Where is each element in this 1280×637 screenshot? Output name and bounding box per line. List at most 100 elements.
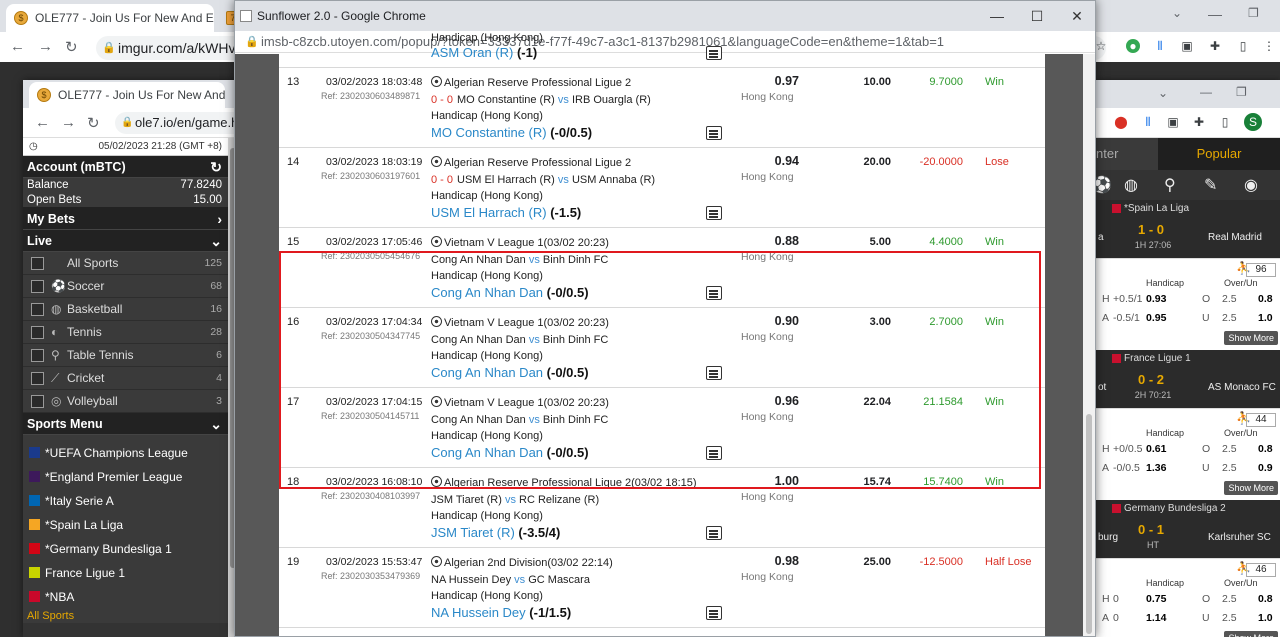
side-label: H	[1102, 293, 1110, 305]
sports-menu-header[interactable]: Sports Menu ⌄	[23, 413, 238, 435]
tab-popular[interactable]: Popular	[1158, 138, 1280, 170]
badminton-icon[interactable]: ✎	[1204, 175, 1217, 195]
checkbox[interactable]	[31, 395, 44, 408]
tab-search-icon[interactable]: ⌄	[1158, 86, 1168, 100]
basketball-icon[interactable]: ◍	[1124, 175, 1138, 195]
bet-slip-doc-icon[interactable]	[706, 286, 722, 300]
match-card[interactable]: burg 0 - 1 HT Karlsruher SC	[1096, 518, 1280, 558]
sport-name: Soccer	[67, 279, 105, 293]
show-more-button[interactable]: Show More	[1224, 631, 1278, 637]
bet-slip-doc-icon[interactable]	[706, 446, 722, 460]
bet-slip-doc-icon[interactable]	[706, 366, 722, 380]
sidepanel-icon[interactable]: ▯	[1218, 115, 1232, 129]
forward-arrow-icon[interactable]: →	[61, 114, 76, 131]
league-item[interactable]: *NBA	[23, 585, 238, 609]
league-item[interactable]: *Germany Bundesliga 1	[23, 537, 238, 561]
sport-item[interactable]: ⚲ Table Tennis 6	[23, 344, 238, 367]
extension-window-icon[interactable]: ▣	[1166, 115, 1180, 129]
extensions-puzzle-icon[interactable]: ✚	[1192, 115, 1206, 129]
bet-slip-doc-icon[interactable]	[706, 46, 722, 60]
profile-avatar-icon[interactable]: S	[1244, 113, 1262, 131]
league-item[interactable]: *England Premier League	[23, 465, 238, 489]
selection-handicap: (-1/1.5)	[529, 605, 572, 620]
sport-item[interactable]: ⚽Soccer 68	[23, 275, 238, 298]
sport-item[interactable]: ◍ Basketball 16	[23, 298, 238, 321]
odds-row[interactable]: H 0 0.75 O 2.5 0.8	[1096, 590, 1280, 609]
odds-row[interactable]: A -0.5/1 0.95 U 2.5 1.0	[1096, 309, 1280, 328]
checkbox[interactable]	[31, 257, 44, 270]
bet-odds: 0.97	[774, 74, 799, 88]
checkbox[interactable]	[31, 280, 44, 293]
extension-green-icon[interactable]: ●	[1126, 39, 1140, 53]
more-markets-count[interactable]: 96	[1246, 263, 1276, 277]
match-card[interactable]: ot 0 - 2 2H 70:21 AS Monaco FC	[1096, 368, 1280, 408]
extension-window-icon[interactable]: ▣	[1180, 39, 1194, 53]
checkbox[interactable]	[31, 349, 44, 362]
bet-slip-doc-icon[interactable]	[706, 526, 722, 540]
all-sports-link[interactable]: All Sports	[23, 609, 238, 623]
reload-icon[interactable]: ↻	[87, 114, 100, 132]
extension-red-icon[interactable]: ⬤	[1114, 115, 1128, 129]
odds-row[interactable]: A 0 1.14 U 2.5 1.0	[1096, 609, 1280, 628]
back-tab-ole777[interactable]: $ OLE777 - Join Us For New And E ✕	[6, 4, 214, 32]
refresh-icon[interactable]: ↻	[210, 156, 222, 178]
bet-winloss: 2.7000	[929, 316, 963, 328]
minimize-icon[interactable]: —	[1208, 6, 1222, 22]
bet-status: Win	[985, 76, 1004, 88]
league-item[interactable]: *Spain La Liga	[23, 513, 238, 537]
minimize-icon[interactable]: —	[977, 1, 1017, 31]
maximize-icon[interactable]: ☐	[1017, 1, 1057, 31]
match-teams: NA Hussein Dey vs GC Mascara	[431, 574, 590, 586]
extension-bars-icon[interactable]: ⦀	[1141, 115, 1155, 129]
extensions-puzzle-icon[interactable]: ✚	[1208, 39, 1222, 53]
league-item[interactable]: *Italy Serie A	[23, 489, 238, 513]
forward-arrow-icon[interactable]: →	[38, 38, 53, 55]
odds-row[interactable]: H +0/0.5 0.61 O 2.5 0.8	[1096, 440, 1280, 459]
soccer-ball-icon	[431, 476, 442, 487]
checkbox[interactable]	[31, 303, 44, 316]
bet-slip-doc-icon[interactable]	[706, 606, 722, 620]
reload-icon[interactable]: ↻	[65, 38, 78, 56]
match-card[interactable]: a 1 - 0 1H 27:06 Real Madrid	[1096, 218, 1280, 258]
my-bets-menu[interactable]: My Bets ›	[23, 208, 238, 230]
sidepanel-icon[interactable]: ▯	[1236, 39, 1250, 53]
sport-item[interactable]: ◎ Volleyball 3	[23, 390, 238, 413]
more-markets-count[interactable]: 46	[1246, 563, 1276, 577]
league-logo-icon	[29, 567, 40, 578]
tab-center[interactable]: nter	[1096, 138, 1156, 170]
close-icon[interactable]: ✕	[1057, 1, 1095, 31]
bet-slip-doc-icon[interactable]	[706, 126, 722, 140]
more-markets-count[interactable]: 44	[1246, 413, 1276, 427]
left-address-bar[interactable]: 🔒 ole7.io/en/game.h	[115, 112, 238, 134]
sport-item[interactable]: ⟋ Cricket 4	[23, 367, 238, 390]
restore-icon[interactable]: ❐	[1236, 85, 1247, 99]
checkbox[interactable]	[31, 326, 44, 339]
checkbox[interactable]	[31, 372, 44, 385]
show-more-button[interactable]: Show More	[1224, 481, 1278, 495]
sport-name: Volleyball	[67, 394, 118, 408]
show-more-button[interactable]: Show More	[1224, 331, 1278, 345]
tennis-icon[interactable]: ⚲	[1164, 175, 1176, 195]
minimize-icon[interactable]: —	[1200, 85, 1212, 99]
rugby-icon[interactable]: ◉	[1244, 175, 1258, 195]
sport-item[interactable]: All Sports 125	[23, 252, 238, 275]
odds-row[interactable]: H +0.5/1 0.93 O 2.5 0.8	[1096, 290, 1280, 309]
odds-row[interactable]: A -0/0.5 1.36 U 2.5 0.9	[1096, 459, 1280, 478]
profile-avatar-icon[interactable]: ⋮	[1262, 39, 1276, 53]
bet-row: 16 03/02/2023 17:04:34 Ref: 23020305043477…	[279, 308, 1045, 388]
sport-item[interactable]: ◐ Tennis 28	[23, 321, 238, 344]
extension-bars-icon[interactable]: ⦀	[1153, 39, 1167, 53]
bookmark-star-icon[interactable]: ☆	[1094, 39, 1108, 53]
popup-scrollbar[interactable]	[1083, 54, 1095, 636]
back-arrow-icon[interactable]: ←	[10, 38, 25, 55]
bet-slip-doc-icon[interactable]	[706, 206, 722, 220]
tab-search-icon[interactable]: ⌄	[1172, 6, 1182, 20]
restore-icon[interactable]: ❐	[1248, 6, 1259, 20]
live-menu[interactable]: Live ⌄	[23, 230, 238, 252]
back-arrow-icon[interactable]: ←	[35, 114, 50, 131]
soccer-ball-icon[interactable]: ⚽	[1096, 175, 1112, 195]
left-tab-ole777[interactable]: $ OLE777 - Join Us For New And E ✕	[29, 82, 225, 108]
league-item[interactable]: *UEFA Champions League	[23, 441, 238, 465]
league-item[interactable]: France Ligue 1	[23, 561, 238, 585]
league-line: Vietnam V League 1(03/02 20:23)	[431, 396, 609, 409]
